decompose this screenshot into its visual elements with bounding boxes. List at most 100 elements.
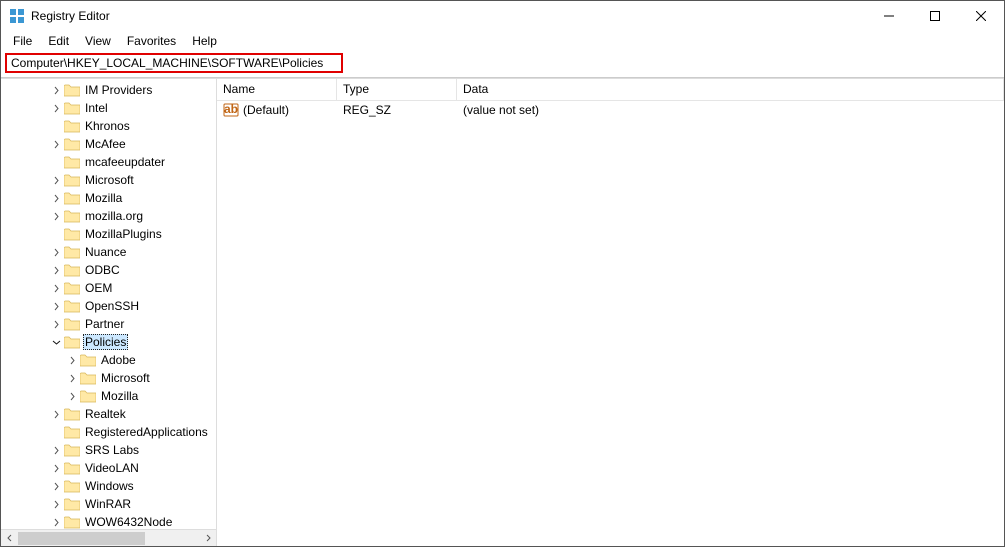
expand-icon[interactable] [49, 263, 63, 277]
column-type[interactable]: Type [337, 79, 457, 100]
tree-node-label[interactable]: IM Providers [83, 83, 154, 97]
horizontal-scrollbar[interactable] [1, 529, 216, 546]
tree-node-label[interactable]: RegisteredApplications [83, 425, 210, 439]
address-bar[interactable]: Computer\HKEY_LOCAL_MACHINE\SOFTWARE\Pol… [5, 53, 343, 73]
expand-icon[interactable] [49, 479, 63, 493]
close-button[interactable] [958, 1, 1004, 31]
tree-node[interactable]: mozilla.org [1, 207, 216, 225]
maximize-button[interactable] [912, 1, 958, 31]
tree-node[interactable]: IM Providers [1, 81, 216, 99]
tree-node[interactable]: Khronos [1, 117, 216, 135]
tree-node-label[interactable]: Realtek [83, 407, 128, 421]
expand-icon[interactable] [49, 443, 63, 457]
expand-icon[interactable] [49, 317, 63, 331]
tree-node[interactable]: Windows [1, 477, 216, 495]
tree-node-label[interactable]: McAfee [83, 137, 128, 151]
folder-icon [64, 264, 80, 277]
tree-node[interactable]: OEM [1, 279, 216, 297]
tree-node[interactable]: SRS Labs [1, 441, 216, 459]
tree-node-label[interactable]: Partner [83, 317, 126, 331]
tree-node-label[interactable]: OEM [83, 281, 114, 295]
tree-node-label[interactable]: Microsoft [83, 173, 136, 187]
tree-node[interactable]: Partner [1, 315, 216, 333]
menu-help[interactable]: Help [184, 32, 225, 50]
expand-icon[interactable] [49, 101, 63, 115]
tree-node[interactable]: Mozilla [1, 387, 216, 405]
expand-icon[interactable] [49, 299, 63, 313]
tree-node-label[interactable]: mozilla.org [83, 209, 145, 223]
no-expand [49, 119, 63, 133]
expand-icon[interactable] [65, 371, 79, 385]
scroll-track[interactable] [18, 530, 199, 547]
collapse-icon[interactable] [49, 335, 63, 349]
tree-node-label[interactable]: Policies [83, 334, 128, 350]
expand-icon[interactable] [49, 173, 63, 187]
expand-icon[interactable] [49, 83, 63, 97]
expand-icon[interactable] [49, 137, 63, 151]
values-list[interactable]: ab(Default)REG_SZ(value not set) [217, 101, 1004, 546]
tree-node-label[interactable]: Nuance [83, 245, 128, 259]
tree-node-label[interactable]: Windows [83, 479, 136, 493]
expand-icon[interactable] [49, 245, 63, 259]
tree-node[interactable]: WOW6432Node [1, 513, 216, 529]
tree-node[interactable]: Intel [1, 99, 216, 117]
menu-file[interactable]: File [5, 32, 40, 50]
tree-node-label[interactable]: ODBC [83, 263, 122, 277]
tree-node[interactable]: VideoLAN [1, 459, 216, 477]
tree-node[interactable]: Policies [1, 333, 216, 351]
tree-node[interactable]: Realtek [1, 405, 216, 423]
expand-icon[interactable] [65, 353, 79, 367]
expand-icon[interactable] [49, 407, 63, 421]
tree-node-label[interactable]: MozillaPlugins [83, 227, 164, 241]
scroll-left-arrow[interactable] [1, 530, 18, 547]
folder-icon [64, 102, 80, 115]
tree-node[interactable]: MozillaPlugins [1, 225, 216, 243]
tree-node-label[interactable]: Mozilla [83, 191, 124, 205]
column-name[interactable]: Name [217, 79, 337, 100]
minimize-button[interactable] [866, 1, 912, 31]
tree-node[interactable]: RegisteredApplications [1, 423, 216, 441]
values-pane: Name Type Data ab(Default)REG_SZ(value n… [217, 79, 1004, 546]
expand-icon[interactable] [65, 389, 79, 403]
tree-node[interactable]: Adobe [1, 351, 216, 369]
tree-node-label[interactable]: mcafeeupdater [83, 155, 167, 169]
menu-view[interactable]: View [77, 32, 119, 50]
tree-node[interactable]: ODBC [1, 261, 216, 279]
tree-node[interactable]: mcafeeupdater [1, 153, 216, 171]
value-type-cell: REG_SZ [337, 103, 457, 117]
tree-node-label[interactable]: Adobe [99, 353, 138, 367]
expand-icon[interactable] [49, 209, 63, 223]
tree-node[interactable]: Microsoft [1, 369, 216, 387]
tree-node[interactable]: OpenSSH [1, 297, 216, 315]
folder-icon [64, 282, 80, 295]
tree-node-label[interactable]: WinRAR [83, 497, 133, 511]
tree-node-label[interactable]: Mozilla [99, 389, 140, 403]
registry-tree[interactable]: IM Providers Intel Khronos McAfee mcafeeupda… [1, 79, 216, 529]
tree-node[interactable]: Microsoft [1, 171, 216, 189]
tree-node-label[interactable]: OpenSSH [83, 299, 141, 313]
expand-icon[interactable] [49, 461, 63, 475]
tree-node[interactable]: WinRAR [1, 495, 216, 513]
tree-node-label[interactable]: WOW6432Node [83, 515, 174, 529]
value-row[interactable]: ab(Default)REG_SZ(value not set) [217, 101, 1004, 119]
tree-node-label[interactable]: Khronos [83, 119, 132, 133]
tree-node-label[interactable]: VideoLAN [83, 461, 141, 475]
menu-favorites[interactable]: Favorites [119, 32, 184, 50]
tree-node[interactable]: McAfee [1, 135, 216, 153]
expand-icon[interactable] [49, 191, 63, 205]
no-expand [49, 425, 63, 439]
expand-icon[interactable] [49, 281, 63, 295]
tree-node-label[interactable]: Microsoft [99, 371, 152, 385]
expand-icon[interactable] [49, 497, 63, 511]
scroll-right-arrow[interactable] [199, 530, 216, 547]
scroll-thumb[interactable] [18, 532, 145, 545]
folder-icon [64, 462, 80, 475]
tree-node-label[interactable]: SRS Labs [83, 443, 141, 457]
column-data[interactable]: Data [457, 79, 1004, 100]
tree-node-label[interactable]: Intel [83, 101, 110, 115]
menu-edit[interactable]: Edit [40, 32, 77, 50]
tree-node[interactable]: Nuance [1, 243, 216, 261]
folder-icon [64, 408, 80, 421]
tree-node[interactable]: Mozilla [1, 189, 216, 207]
expand-icon[interactable] [49, 515, 63, 529]
